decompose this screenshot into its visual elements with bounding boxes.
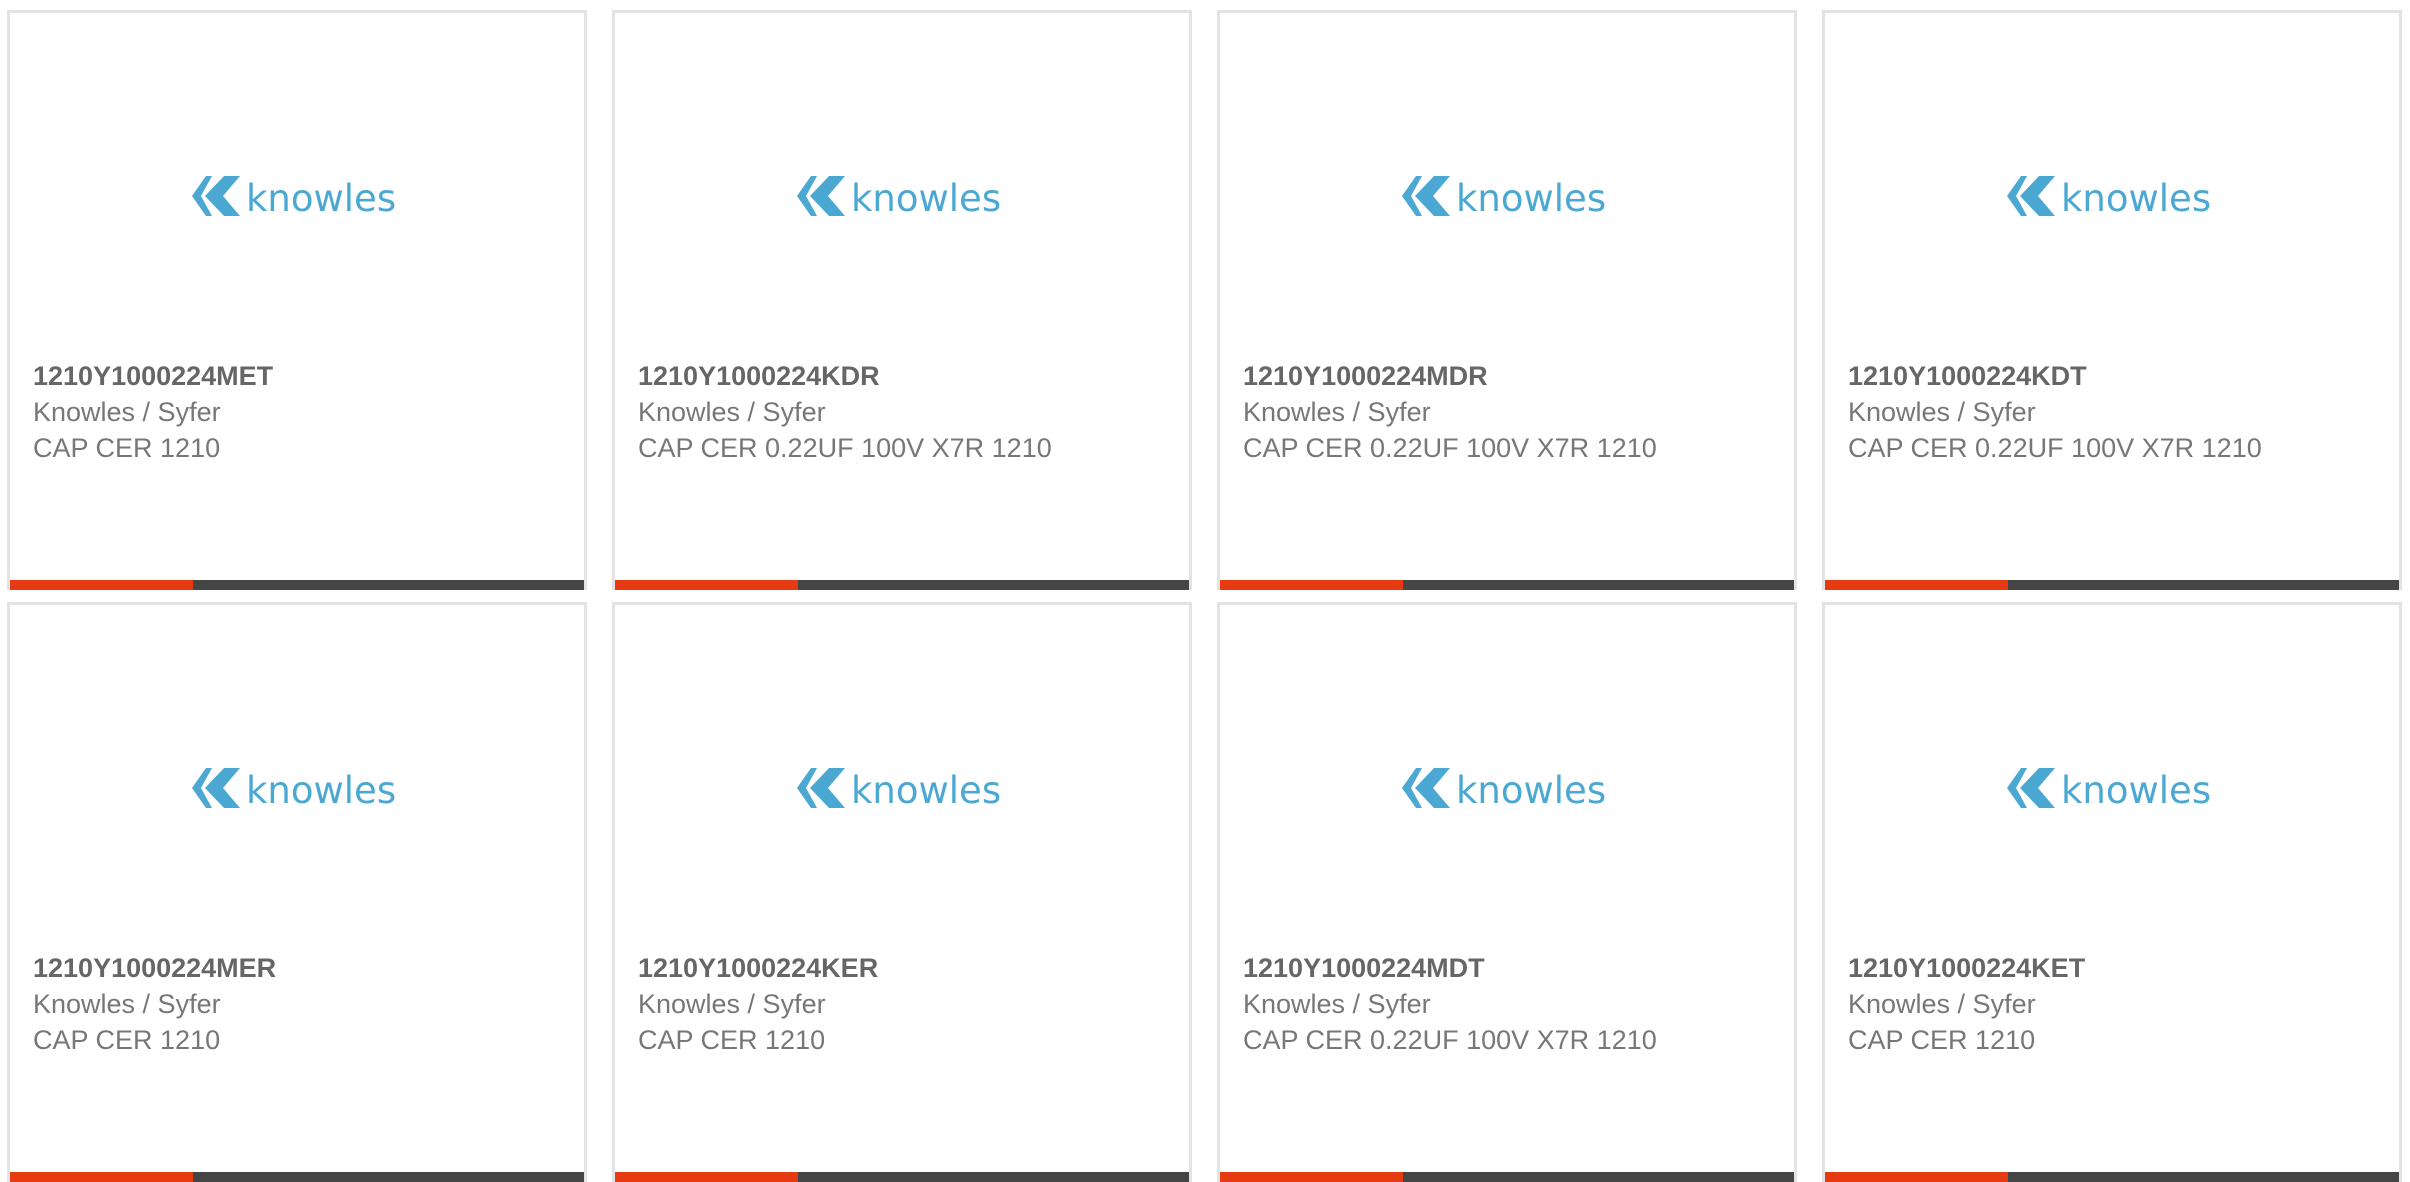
logo-wordmark: knowles	[1456, 177, 1606, 220]
card-footer-bar	[1220, 1172, 1794, 1182]
logo-wordmark: knowles	[246, 177, 396, 220]
description: CAP CER 0.22UF 100V X7R 1210	[1848, 433, 2262, 463]
part-number[interactable]: 1210Y1000224MDR	[1243, 358, 1683, 394]
card-footer-bar	[615, 1172, 1189, 1182]
knowles-logo: knowles	[10, 745, 584, 835]
knowles-logo: knowles	[615, 153, 1189, 243]
logo-wordmark: knowles	[2061, 177, 2211, 220]
knowles-logo: knowles	[1825, 153, 2399, 243]
product-card[interactable]: knowles 1210Y1000224KER Knowles / Syfer …	[612, 602, 1192, 1182]
logo-wordmark: knowles	[1456, 769, 1606, 812]
chevron-left-icon	[2020, 176, 2055, 216]
card-accent-bar	[615, 1172, 798, 1182]
product-info: 1210Y1000224KER Knowles / Syfer CAP CER …	[638, 950, 1078, 1058]
manufacturer: Knowles / Syfer	[638, 989, 826, 1019]
part-number[interactable]: 1210Y1000224KDT	[1848, 358, 2288, 394]
product-info: 1210Y1000224MET Knowles / Syfer CAP CER …	[33, 358, 473, 466]
part-number[interactable]: 1210Y1000224MER	[33, 950, 473, 986]
product-card[interactable]: knowles 1210Y1000224KDT Knowles / Syfer …	[1822, 10, 2402, 590]
product-info: 1210Y1000224KDT Knowles / Syfer CAP CER …	[1848, 358, 2288, 466]
product-card[interactable]: knowles 1210Y1000224MET Knowles / Syfer …	[7, 10, 587, 590]
logo-wordmark: knowles	[2061, 769, 2211, 812]
chevron-left-icon	[205, 768, 240, 808]
card-accent-bar	[615, 580, 798, 590]
manufacturer: Knowles / Syfer	[1243, 397, 1431, 427]
card-accent-bar	[10, 580, 193, 590]
product-card[interactable]: knowles 1210Y1000224KDR Knowles / Syfer …	[612, 10, 1192, 590]
description: CAP CER 1210	[1848, 1025, 2036, 1055]
product-info: 1210Y1000224MDR Knowles / Syfer CAP CER …	[1243, 358, 1683, 466]
knowles-logo: knowles	[1220, 153, 1794, 243]
description: CAP CER 1210	[638, 1025, 826, 1055]
product-card[interactable]: knowles 1210Y1000224KET Knowles / Syfer …	[1822, 602, 2402, 1182]
product-card[interactable]: knowles 1210Y1000224MER Knowles / Syfer …	[7, 602, 587, 1182]
card-footer-bar	[1220, 580, 1794, 590]
description: CAP CER 1210	[33, 1025, 221, 1055]
manufacturer: Knowles / Syfer	[33, 397, 221, 427]
product-grid: knowles 1210Y1000224MET Knowles / Syfer …	[7, 10, 2403, 1182]
chevron-left-icon	[205, 176, 240, 216]
product-info: 1210Y1000224MDT Knowles / Syfer CAP CER …	[1243, 950, 1683, 1058]
manufacturer: Knowles / Syfer	[33, 989, 221, 1019]
logo-wordmark: knowles	[851, 769, 1001, 812]
manufacturer: Knowles / Syfer	[1848, 989, 2036, 1019]
description: CAP CER 0.22UF 100V X7R 1210	[638, 433, 1052, 463]
description: CAP CER 0.22UF 100V X7R 1210	[1243, 1025, 1657, 1055]
logo-wordmark: knowles	[246, 769, 396, 812]
product-info: 1210Y1000224KDR Knowles / Syfer CAP CER …	[638, 358, 1078, 466]
manufacturer: Knowles / Syfer	[1243, 989, 1431, 1019]
product-info: 1210Y1000224KET Knowles / Syfer CAP CER …	[1848, 950, 2288, 1058]
card-accent-bar	[10, 1172, 193, 1182]
card-footer-bar	[10, 1172, 584, 1182]
product-card[interactable]: knowles 1210Y1000224MDT Knowles / Syfer …	[1217, 602, 1797, 1182]
part-number[interactable]: 1210Y1000224KER	[638, 950, 1078, 986]
manufacturer: Knowles / Syfer	[638, 397, 826, 427]
chevron-left-icon	[810, 768, 845, 808]
knowles-logo: knowles	[615, 745, 1189, 835]
part-number[interactable]: 1210Y1000224MET	[33, 358, 473, 394]
part-number[interactable]: 1210Y1000224MDT	[1243, 950, 1683, 986]
card-accent-bar	[1220, 1172, 1403, 1182]
description: CAP CER 0.22UF 100V X7R 1210	[1243, 433, 1657, 463]
product-info: 1210Y1000224MER Knowles / Syfer CAP CER …	[33, 950, 473, 1058]
part-number[interactable]: 1210Y1000224KDR	[638, 358, 1078, 394]
chevron-left-icon	[810, 176, 845, 216]
knowles-logo: knowles	[1825, 745, 2399, 835]
card-footer-bar	[1825, 1172, 2399, 1182]
card-accent-bar	[1220, 580, 1403, 590]
chevron-left-icon	[1415, 768, 1450, 808]
logo-wordmark: knowles	[851, 177, 1001, 220]
chevron-left-icon	[1415, 176, 1450, 216]
card-accent-bar	[1825, 1172, 2008, 1182]
description: CAP CER 1210	[33, 433, 221, 463]
knowles-logo: knowles	[10, 153, 584, 243]
part-number[interactable]: 1210Y1000224KET	[1848, 950, 2288, 986]
product-card[interactable]: knowles 1210Y1000224MDR Knowles / Syfer …	[1217, 10, 1797, 590]
manufacturer: Knowles / Syfer	[1848, 397, 2036, 427]
card-footer-bar	[1825, 580, 2399, 590]
card-footer-bar	[615, 580, 1189, 590]
card-accent-bar	[1825, 580, 2008, 590]
chevron-left-icon	[2020, 768, 2055, 808]
card-footer-bar	[10, 580, 584, 590]
knowles-logo: knowles	[1220, 745, 1794, 835]
